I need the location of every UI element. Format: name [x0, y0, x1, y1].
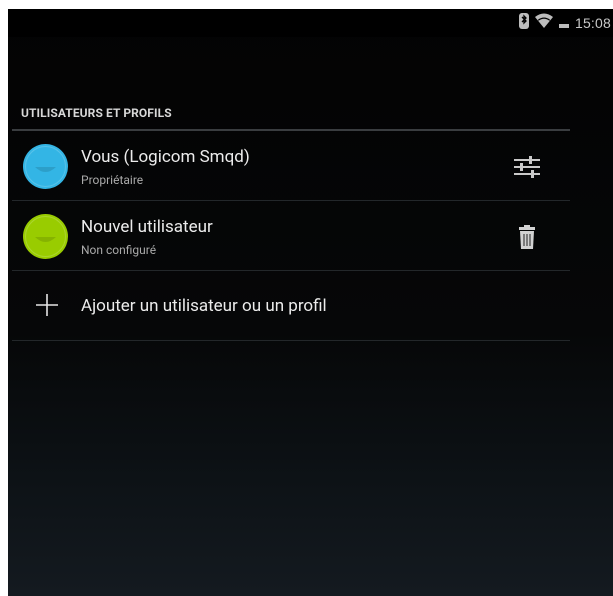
battery-icon	[558, 13, 569, 33]
section-header: UTILISATEURS ET PROFILS	[21, 106, 172, 120]
settings-screen: 15:08 UTILISATEURS ET PROFILS Vous (Logi…	[8, 9, 613, 596]
user-row-owner[interactable]: Vous (Logicom Smqd) Propriétaire	[12, 132, 570, 201]
user-row-new[interactable]: Nouvel utilisateur Non configuré	[12, 202, 570, 271]
user-name: Nouvel utilisateur	[81, 217, 213, 237]
user-role: Propriétaire	[81, 173, 144, 187]
row-divider	[12, 340, 570, 341]
status-icons: 15:08	[518, 13, 611, 33]
section-divider	[12, 129, 570, 131]
bluetooth-icon	[518, 13, 529, 33]
avatar	[23, 214, 68, 259]
trash-icon[interactable]	[512, 223, 542, 251]
settings-sliders-icon[interactable]	[512, 153, 542, 181]
add-user-label: Ajouter un utilisateur ou un profil	[81, 296, 327, 316]
user-name: Vous (Logicom Smqd)	[81, 147, 250, 167]
plus-icon	[35, 293, 59, 317]
avatar	[23, 144, 68, 189]
user-status: Non configuré	[81, 243, 157, 257]
row-divider	[12, 270, 570, 271]
add-user-row[interactable]: Ajouter un utilisateur ou un profil	[12, 272, 570, 341]
row-divider	[12, 200, 570, 201]
status-bar: 15:08	[8, 9, 613, 37]
status-time: 15:08	[574, 15, 611, 31]
wifi-icon	[534, 13, 553, 33]
